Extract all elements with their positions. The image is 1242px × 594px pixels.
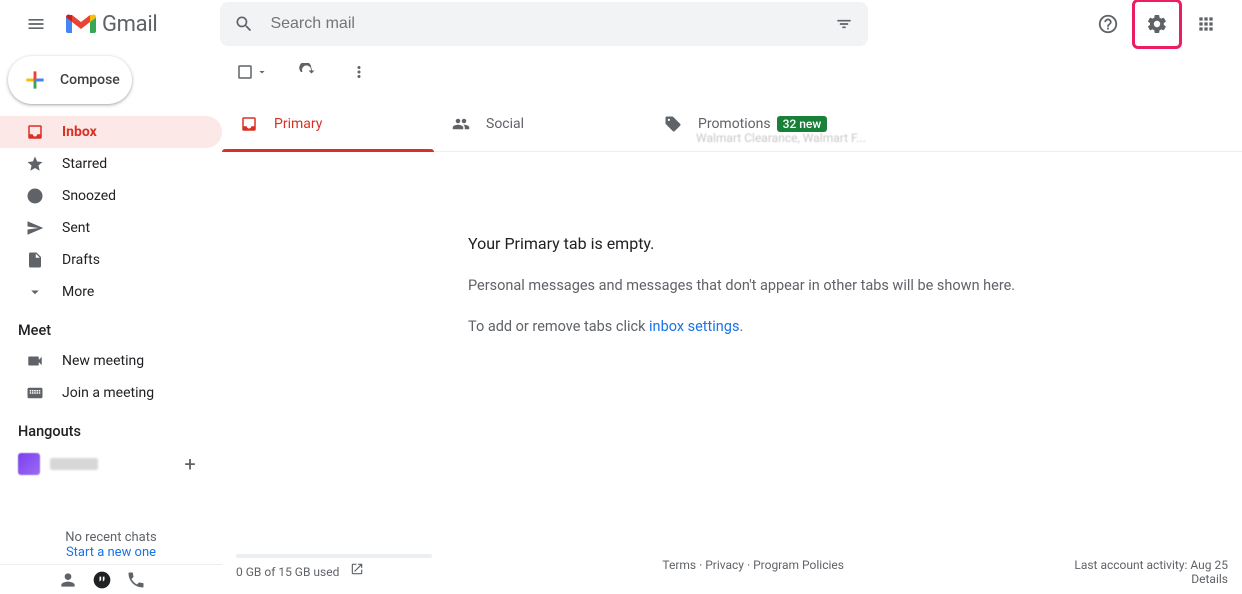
terms-link[interactable]: Terms bbox=[662, 558, 696, 572]
sidebar-item-sent[interactable]: Sent bbox=[0, 212, 222, 244]
search-input[interactable] bbox=[268, 14, 820, 34]
sidebar-label: Starred bbox=[62, 156, 107, 172]
user-avatar bbox=[18, 453, 40, 475]
sidebar-item-snoozed[interactable]: Snoozed bbox=[0, 180, 222, 212]
empty-tabs-hint: To add or remove tabs click inbox settin… bbox=[468, 318, 1242, 335]
gear-icon bbox=[1146, 13, 1168, 35]
compose-button[interactable]: Compose bbox=[8, 56, 132, 104]
tab-social[interactable]: Social bbox=[434, 96, 646, 151]
refresh-button[interactable] bbox=[294, 59, 320, 85]
footer-activity: Last account activity: Aug 25 Details bbox=[1074, 554, 1228, 586]
video-icon bbox=[26, 352, 44, 370]
inbox-icon bbox=[240, 115, 258, 133]
sidebar-item-new-meeting[interactable]: New meeting bbox=[0, 345, 222, 377]
list-toolbar bbox=[222, 48, 1242, 96]
star-icon bbox=[26, 155, 44, 173]
promotions-preview: Walmart Clearance, Walmart F... bbox=[696, 131, 866, 145]
compose-label: Compose bbox=[60, 72, 120, 88]
sidebar-label: Join a meeting bbox=[62, 385, 154, 401]
chevron-down-icon bbox=[26, 283, 44, 301]
privacy-link[interactable]: Privacy bbox=[705, 558, 744, 572]
new-chat-button[interactable]: + bbox=[176, 450, 204, 478]
sidebar-item-join-meeting[interactable]: Join a meeting bbox=[0, 377, 222, 409]
help-icon bbox=[1097, 13, 1119, 35]
details-link[interactable]: Details bbox=[1074, 572, 1228, 586]
plus-icon bbox=[22, 67, 48, 93]
gmail-logo[interactable]: Gmail bbox=[66, 12, 157, 37]
header-right bbox=[1088, 0, 1226, 49]
storage-text: 0 GB of 15 GB used bbox=[236, 565, 339, 579]
chat-footer-bar bbox=[0, 564, 222, 594]
sidebar-label: Drafts bbox=[62, 252, 100, 268]
empty-title: Your Primary tab is empty. bbox=[468, 234, 1242, 253]
promotions-badge: 32 new bbox=[777, 116, 828, 132]
user-name-redacted bbox=[50, 458, 98, 470]
body-area: Compose Inbox Starred Snoozed Sent Draft… bbox=[0, 48, 1242, 594]
inbox-icon bbox=[26, 123, 44, 141]
chevron-down-icon bbox=[256, 66, 268, 78]
phone-icon[interactable] bbox=[126, 570, 146, 590]
category-tabs: Primary Social Promotions 32 new Walmart… bbox=[222, 96, 1242, 152]
footer: 0 GB of 15 GB used Terms · Privacy · Pro… bbox=[222, 554, 1242, 594]
policies-link[interactable]: Program Policies bbox=[753, 558, 844, 572]
logo-text: Gmail bbox=[102, 12, 157, 37]
meet-section-label: Meet bbox=[0, 308, 222, 345]
search-icon bbox=[234, 14, 254, 34]
search-bar[interactable] bbox=[220, 2, 868, 46]
sidebar-label: New meeting bbox=[62, 353, 144, 369]
hangouts-bubble-icon[interactable] bbox=[92, 570, 112, 590]
drafts-icon bbox=[26, 251, 44, 269]
tab-primary[interactable]: Primary bbox=[222, 96, 434, 151]
chats-empty-area: No recent chats Start a new one bbox=[0, 530, 222, 560]
storage-block: 0 GB of 15 GB used bbox=[236, 554, 432, 579]
settings-button[interactable] bbox=[1137, 4, 1177, 44]
clock-icon bbox=[26, 187, 44, 205]
person-icon[interactable] bbox=[58, 570, 78, 590]
start-chat-link[interactable]: Start a new one bbox=[0, 545, 222, 560]
apps-grid-icon bbox=[1196, 14, 1216, 34]
sidebar-item-drafts[interactable]: Drafts bbox=[0, 244, 222, 276]
hamburger-icon bbox=[26, 14, 46, 34]
help-button[interactable] bbox=[1088, 4, 1128, 44]
main-panel: Primary Social Promotions 32 new Walmart… bbox=[222, 48, 1242, 594]
settings-highlight bbox=[1132, 0, 1182, 49]
tag-icon bbox=[664, 115, 682, 133]
sidebar-label: Snoozed bbox=[62, 188, 116, 204]
empty-state: Your Primary tab is empty. Personal mess… bbox=[222, 152, 1242, 359]
refresh-icon bbox=[298, 63, 316, 81]
empty-description: Personal messages and messages that don'… bbox=[468, 277, 1242, 294]
sidebar-item-inbox[interactable]: Inbox bbox=[0, 116, 222, 148]
activity-text: Last account activity: Aug 25 bbox=[1074, 558, 1228, 572]
sidebar-item-starred[interactable]: Starred bbox=[0, 148, 222, 180]
sidebar-label: More bbox=[62, 284, 94, 300]
more-vert-icon bbox=[350, 63, 368, 81]
gmail-icon bbox=[66, 13, 96, 35]
keyboard-icon bbox=[26, 384, 44, 402]
people-icon bbox=[452, 115, 470, 133]
inbox-settings-link[interactable]: inbox settings bbox=[649, 318, 739, 335]
sent-icon bbox=[26, 219, 44, 237]
sidebar-label: Sent bbox=[62, 220, 90, 236]
more-actions-button[interactable] bbox=[346, 59, 372, 85]
checkbox-icon bbox=[236, 63, 254, 81]
select-all-checkbox[interactable] bbox=[236, 63, 268, 81]
footer-links: Terms · Privacy · Program Policies bbox=[662, 554, 844, 572]
no-chats-text: No recent chats bbox=[0, 530, 222, 545]
sidebar-item-more[interactable]: More bbox=[0, 276, 222, 308]
tab-label: Primary bbox=[274, 116, 322, 132]
sidebar-label: Inbox bbox=[62, 124, 97, 140]
main-menu-button[interactable] bbox=[16, 4, 56, 44]
sidebar: Compose Inbox Starred Snoozed Sent Draft… bbox=[0, 48, 222, 594]
tab-label: Social bbox=[486, 116, 524, 132]
hangouts-section-label: Hangouts bbox=[0, 409, 222, 446]
open-link-icon[interactable] bbox=[350, 562, 364, 576]
hangouts-user-row[interactable]: + bbox=[0, 446, 222, 482]
apps-button[interactable] bbox=[1186, 4, 1226, 44]
tab-label: Promotions bbox=[698, 116, 771, 132]
header-bar: Gmail bbox=[0, 0, 1242, 48]
tab-promotions[interactable]: Promotions 32 new Walmart Clearance, Wal… bbox=[646, 96, 906, 151]
search-options-icon[interactable] bbox=[834, 14, 854, 34]
storage-bar bbox=[236, 554, 432, 558]
